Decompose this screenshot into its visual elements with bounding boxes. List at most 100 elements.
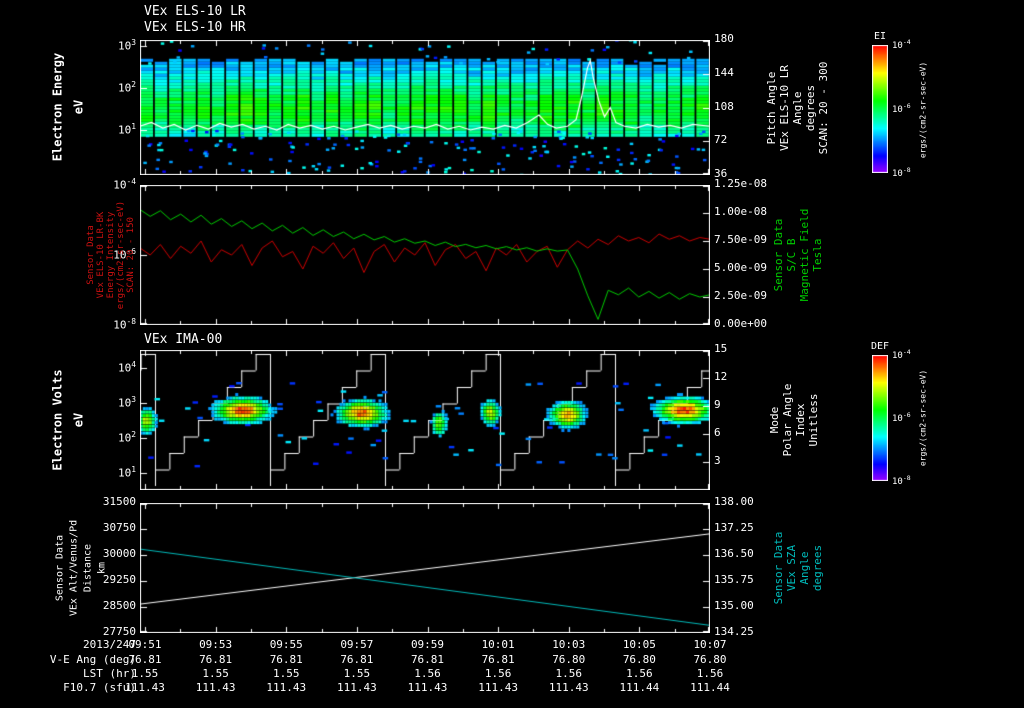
ei-colorbar-tick-0: 10-4 bbox=[892, 38, 911, 51]
def-colorbar-units-line-0: ergs/(cm2-sr-sec-eV) bbox=[918, 369, 928, 467]
time-label-7: 10:05 bbox=[622, 638, 656, 651]
vex-timeseries-figure: VEx ELS-10 LR VEx ELS-10 HR VEx IMA-00 E… bbox=[0, 0, 1024, 708]
panel4-ylabel-line-3: km bbox=[96, 561, 108, 575]
footer-row-label-f107: F10.7 (sfu) bbox=[63, 681, 136, 694]
panel3-ylabel-line-1: eV bbox=[71, 412, 86, 428]
ei-colorbar-tick-1: 10-6 bbox=[892, 102, 911, 115]
panel3-left-tick-3: 101 bbox=[117, 464, 136, 480]
ve-ang-value-1: 76.81 bbox=[199, 653, 233, 666]
panel1-right-tick-2: 108 bbox=[714, 99, 734, 113]
panel3-right-tick-1: 12 bbox=[714, 370, 728, 383]
panel2-right-label-line-3: Tesla bbox=[810, 238, 824, 272]
panel4-right-tick-3: 135.75 bbox=[714, 573, 754, 586]
lst-value-2: 1.55 bbox=[273, 667, 300, 680]
panel4-right-tick-4: 135.00 bbox=[714, 599, 754, 612]
panel3-left-tick-1: 103 bbox=[117, 394, 136, 410]
panel4-right-tick-0: 138.00 bbox=[714, 495, 754, 508]
time-label-2: 09:55 bbox=[269, 638, 303, 651]
panel1-ylabel-line-1: eV bbox=[71, 99, 86, 115]
ve-ang-value-6: 76.80 bbox=[552, 653, 586, 666]
def-colorbar-title: DEF bbox=[870, 341, 890, 352]
panel3-right-label-line-0: Mode bbox=[767, 406, 781, 434]
panel4-left-tick-5: 27750 bbox=[102, 625, 136, 638]
panel2-ylabel-line-4: SCAN: 20 - 150 bbox=[126, 217, 137, 293]
panel4-ylabel-line-1: VEx Alt/Venus/Pd bbox=[68, 519, 80, 617]
panel1-right-tick-3: 72 bbox=[714, 133, 728, 147]
f107-value-0: 111.43 bbox=[125, 681, 165, 694]
date-label: 2013/247 bbox=[83, 638, 136, 651]
panel1-right-label-line-2: Angle bbox=[790, 91, 804, 125]
lst-value-7: 1.56 bbox=[626, 667, 653, 680]
panel4-right-label-line-1: VEx SZA bbox=[784, 544, 798, 592]
ei-colorbar-tick-2: 10-8 bbox=[892, 166, 911, 179]
panel2-right-tick-5: 0.00e+00 bbox=[714, 317, 767, 330]
ve-ang-value-8: 76.80 bbox=[693, 653, 727, 666]
ei-colorbar-units-line-0: ergs/(cm2-sr-sec-eV) bbox=[918, 61, 928, 159]
lst-value-3: 1.55 bbox=[343, 667, 371, 680]
panel4-right-label-line-0: Sensor Data bbox=[771, 531, 785, 605]
f107-value-1: 111.43 bbox=[195, 681, 236, 694]
lst-value-1: 1.55 bbox=[202, 667, 229, 680]
ve-ang-value-3: 76.81 bbox=[340, 653, 374, 666]
panel4-right-tick-1: 137.25 bbox=[714, 521, 754, 534]
panel4-right-label-line-2: Angle bbox=[797, 551, 811, 585]
altitude-sza-lineplot-canvas bbox=[140, 503, 710, 633]
els-spectrogram-canvas bbox=[140, 40, 710, 175]
f107-value-6: 111.43 bbox=[548, 681, 589, 694]
panel1-right-label-line-0: Pitch Angle bbox=[764, 71, 778, 145]
f107-value-2: 111.43 bbox=[266, 681, 307, 694]
lst-value-8: 1.56 bbox=[696, 667, 724, 680]
panel3-ylabel-line-0: Electron Volts bbox=[50, 369, 65, 471]
footer-row-label-lst: LST (hr) bbox=[83, 667, 136, 680]
panel1-left-tick-0: 103 bbox=[117, 38, 136, 53]
panel3-right-tick-3: 6 bbox=[714, 426, 721, 439]
panel3-left-tick-2: 102 bbox=[117, 429, 136, 445]
panel4-ylabel-line-2: Distance bbox=[82, 543, 94, 593]
time-label-6: 10:03 bbox=[552, 638, 586, 651]
ve-ang-value-5: 76.81 bbox=[481, 653, 515, 666]
lst-value-4: 1.56 bbox=[414, 667, 441, 680]
panel2-right-tick-4: 2.50e-09 bbox=[714, 289, 767, 302]
panel4-left-tick-0: 31500 bbox=[102, 495, 136, 508]
panel1-left-tick-2: 101 bbox=[117, 122, 136, 137]
panel2-right-tick-1: 1.00e-08 bbox=[714, 205, 767, 218]
panel1-ylabel-line-0: Electron Energy bbox=[50, 52, 65, 162]
f107-value-8: 111.44 bbox=[690, 681, 730, 694]
panel2-right-tick-2: 7.50e-09 bbox=[714, 233, 767, 246]
panel1-right-label-line-4: SCAN: 20 - 300 bbox=[816, 61, 830, 155]
time-label-4: 09:59 bbox=[410, 638, 445, 651]
time-label-1: 09:53 bbox=[199, 638, 233, 651]
time-label-0: 09:51 bbox=[128, 638, 162, 651]
time-label-5: 10:01 bbox=[481, 638, 515, 651]
intensity-bfield-lineplot-canvas bbox=[140, 185, 710, 325]
panel3-right-tick-4: 3 bbox=[714, 454, 721, 467]
def-colorbar-tick-2: 10-8 bbox=[892, 474, 911, 487]
panel4-right-tick-5: 134.25 bbox=[714, 625, 754, 638]
ei-colorbar bbox=[872, 45, 888, 173]
footer-row-label-veang: V-E Ang (deg) bbox=[49, 653, 136, 666]
ve-ang-value-2: 76.81 bbox=[269, 653, 303, 666]
time-label-3: 09:57 bbox=[340, 638, 374, 651]
ima-spectrogram-canvas bbox=[140, 350, 710, 490]
def-colorbar bbox=[872, 355, 888, 481]
panel2-right-label-line-1: S/C B bbox=[784, 238, 798, 272]
ve-ang-value-0: 76.81 bbox=[128, 653, 162, 666]
lst-value-6: 1.56 bbox=[555, 667, 583, 680]
panel4-ylabel-line-0: Sensor Data bbox=[54, 534, 66, 602]
f107-value-3: 111.43 bbox=[337, 681, 377, 694]
ve-ang-value-7: 76.80 bbox=[622, 653, 656, 666]
panel3-right-tick-0: 15 bbox=[714, 342, 728, 355]
panel3-right-label-line-3: Unitless bbox=[806, 393, 820, 447]
panel3-right-label-line-2: Index bbox=[793, 403, 807, 437]
panel2-right-tick-0: 1.25e-08 bbox=[714, 177, 767, 190]
lst-value-5: 1.56 bbox=[484, 667, 512, 680]
ei-colorbar-title: EI bbox=[873, 31, 887, 42]
panel3-left-tick-0: 104 bbox=[117, 359, 136, 375]
panel1-right-tick-1: 144 bbox=[714, 65, 734, 79]
panel1-title-line1: VEx ELS-10 LR bbox=[144, 4, 246, 19]
panel2-right-label-line-2: Magnetic Field bbox=[797, 208, 811, 302]
f107-value-4: 111.43 bbox=[407, 681, 448, 694]
panel2-left-tick-0: 10-4 bbox=[113, 177, 136, 192]
f107-value-5: 111.43 bbox=[478, 681, 518, 694]
panel2-right-label-line-0: Sensor Data bbox=[771, 218, 785, 292]
